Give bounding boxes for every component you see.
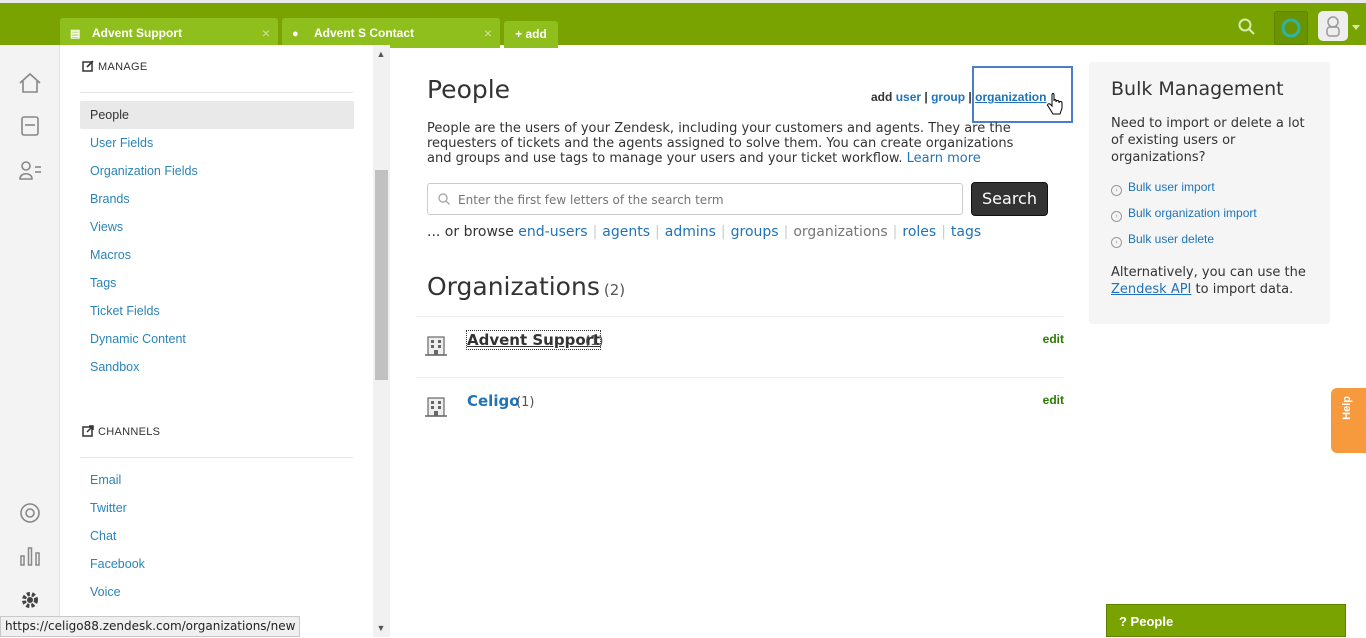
scrollbar-thumb[interactable] — [375, 170, 388, 380]
intro-text: People are the users of your Zendesk, in… — [427, 121, 1014, 166]
sidebar-item-organization-fields[interactable]: Organization Fields — [80, 157, 354, 185]
home-icon[interactable] — [17, 70, 43, 96]
tab-label: Advent S Contact — [314, 26, 415, 40]
share-icon — [82, 425, 94, 437]
sidebar-item-tags[interactable]: Tags — [80, 269, 354, 297]
avatar[interactable] — [1318, 11, 1348, 41]
browse-tags[interactable]: tags — [951, 224, 981, 240]
organizations-heading: Organizations (2) — [427, 272, 626, 301]
people-page: People add user | group | organization P… — [391, 45, 1366, 637]
help-bar[interactable]: ? People — [1106, 604, 1346, 637]
sidebar-item-views[interactable]: Views — [80, 213, 354, 241]
add-tab-button[interactable]: + add — [504, 21, 558, 48]
refresh-icon — [1281, 18, 1301, 38]
close-icon[interactable]: × — [262, 18, 270, 48]
manage-heading: MANAGE — [82, 60, 147, 73]
list-item: Advent Support (1) edit — [416, 317, 1064, 377]
sidebar-item-facebook[interactable]: Facebook — [80, 550, 354, 578]
browse-admins[interactable]: admins — [665, 224, 716, 240]
sidebar-item-ticket-fields[interactable]: Ticket Fields — [80, 297, 354, 325]
admin-sidebar: MANAGE People User Fields Organization F… — [60, 45, 390, 637]
customer-lists-icon[interactable] — [17, 157, 43, 183]
sidebar-item-email[interactable]: Email — [80, 466, 354, 494]
status-indicator[interactable] — [1274, 11, 1308, 45]
tab-advent-s-contact[interactable]: ● Advent S Contact × — [282, 18, 500, 48]
edit-link[interactable]: edit — [1043, 393, 1064, 407]
page-title: People — [427, 75, 511, 104]
sidebar-item-dynamic-content[interactable]: Dynamic Content — [80, 325, 354, 353]
building-icon — [425, 336, 447, 356]
search-icon[interactable] — [1238, 18, 1256, 36]
top-bar: ▤ Advent Support × ● Advent S Contact × + … — [0, 0, 1366, 48]
hand-cursor-icon — [1047, 93, 1063, 115]
browse-organizations: organizations — [793, 224, 888, 240]
main-nav — [0, 45, 60, 637]
views-icon[interactable] — [17, 113, 43, 139]
channels-heading: CHANNELS — [82, 425, 160, 438]
edit-link[interactable]: edit — [1043, 332, 1064, 346]
organization-count: (1) — [585, 334, 604, 349]
help-widget-tab[interactable]: Help — [1331, 388, 1366, 453]
sidebar-item-user-fields[interactable]: User Fields — [80, 129, 354, 157]
scroll-up-icon[interactable]: ▲ — [376, 49, 386, 59]
sidebar-item-twitter[interactable]: Twitter — [80, 494, 354, 522]
add-user-link[interactable]: user — [896, 90, 921, 104]
browse-links: ... or browse end-users | agents | admins | gr… — [427, 224, 982, 240]
bulk-organization-import-link[interactable]: › Bulk organization import — [1111, 206, 1257, 222]
sidebar-item-voice[interactable]: Voice — [80, 578, 354, 606]
learn-more-link[interactable]: Learn more — [907, 151, 981, 166]
browse-groups[interactable]: groups — [731, 224, 779, 240]
sidebar-item-chat[interactable]: Chat — [80, 522, 354, 550]
tab-label: Advent Support — [92, 26, 182, 40]
chevron-right-icon: › — [1111, 211, 1122, 222]
divider — [80, 92, 353, 93]
list-item: Celigo (1) edit — [416, 378, 1064, 438]
sidebar-item-brands[interactable]: Brands — [80, 185, 354, 213]
search-field[interactable] — [427, 183, 963, 215]
zendesk-api-link[interactable]: Zendesk API — [1111, 282, 1191, 297]
help-center-icon[interactable] — [17, 500, 43, 526]
bulk-alternative-text: Alternatively, you can use the Zendesk A… — [1111, 265, 1306, 297]
divider — [80, 457, 353, 458]
edit-icon — [82, 60, 94, 72]
chevron-right-icon: › — [1111, 237, 1122, 248]
bulk-user-delete-link[interactable]: › Bulk user delete — [1111, 232, 1214, 248]
bulk-management-panel: Bulk Management Need to import or delete… — [1089, 62, 1330, 324]
organizations-count: (2) — [603, 281, 626, 299]
help-tab-label: Help — [1341, 396, 1353, 420]
chevron-down-icon[interactable] — [1352, 25, 1360, 30]
bulk-description: Need to import or delete a lot of existi… — [1111, 116, 1305, 165]
browse-agents[interactable]: agents — [602, 224, 650, 240]
organization-count: (1) — [516, 395, 535, 410]
sidebar-item-macros[interactable]: Macros — [80, 241, 354, 269]
add-group-link[interactable]: group — [931, 90, 965, 104]
close-icon[interactable]: × — [484, 18, 492, 48]
sidebar-item-sandbox[interactable]: Sandbox — [80, 353, 354, 381]
search-input[interactable] — [458, 191, 948, 209]
building-icon — [425, 397, 447, 417]
search-icon — [438, 193, 450, 205]
reporting-icon[interactable] — [17, 543, 43, 569]
gear-icon[interactable] — [17, 587, 43, 613]
browse-end-users[interactable]: end-users — [518, 224, 587, 240]
chevron-right-icon: › — [1111, 185, 1122, 196]
user-avatar-icon — [1326, 16, 1340, 37]
bulk-title: Bulk Management — [1111, 78, 1284, 100]
bulk-user-import-link[interactable]: › Bulk user import — [1111, 180, 1215, 196]
tab-advent-support[interactable]: ▤ Advent Support × — [60, 18, 278, 48]
scroll-down-icon[interactable]: ▼ — [376, 623, 386, 633]
browse-roles[interactable]: roles — [902, 224, 936, 240]
status-bar-url: https://celigo88.zendesk.com/organizatio… — [0, 616, 301, 637]
search-button[interactable]: Search — [971, 182, 1048, 216]
sidebar-item-people[interactable]: People — [80, 101, 354, 129]
